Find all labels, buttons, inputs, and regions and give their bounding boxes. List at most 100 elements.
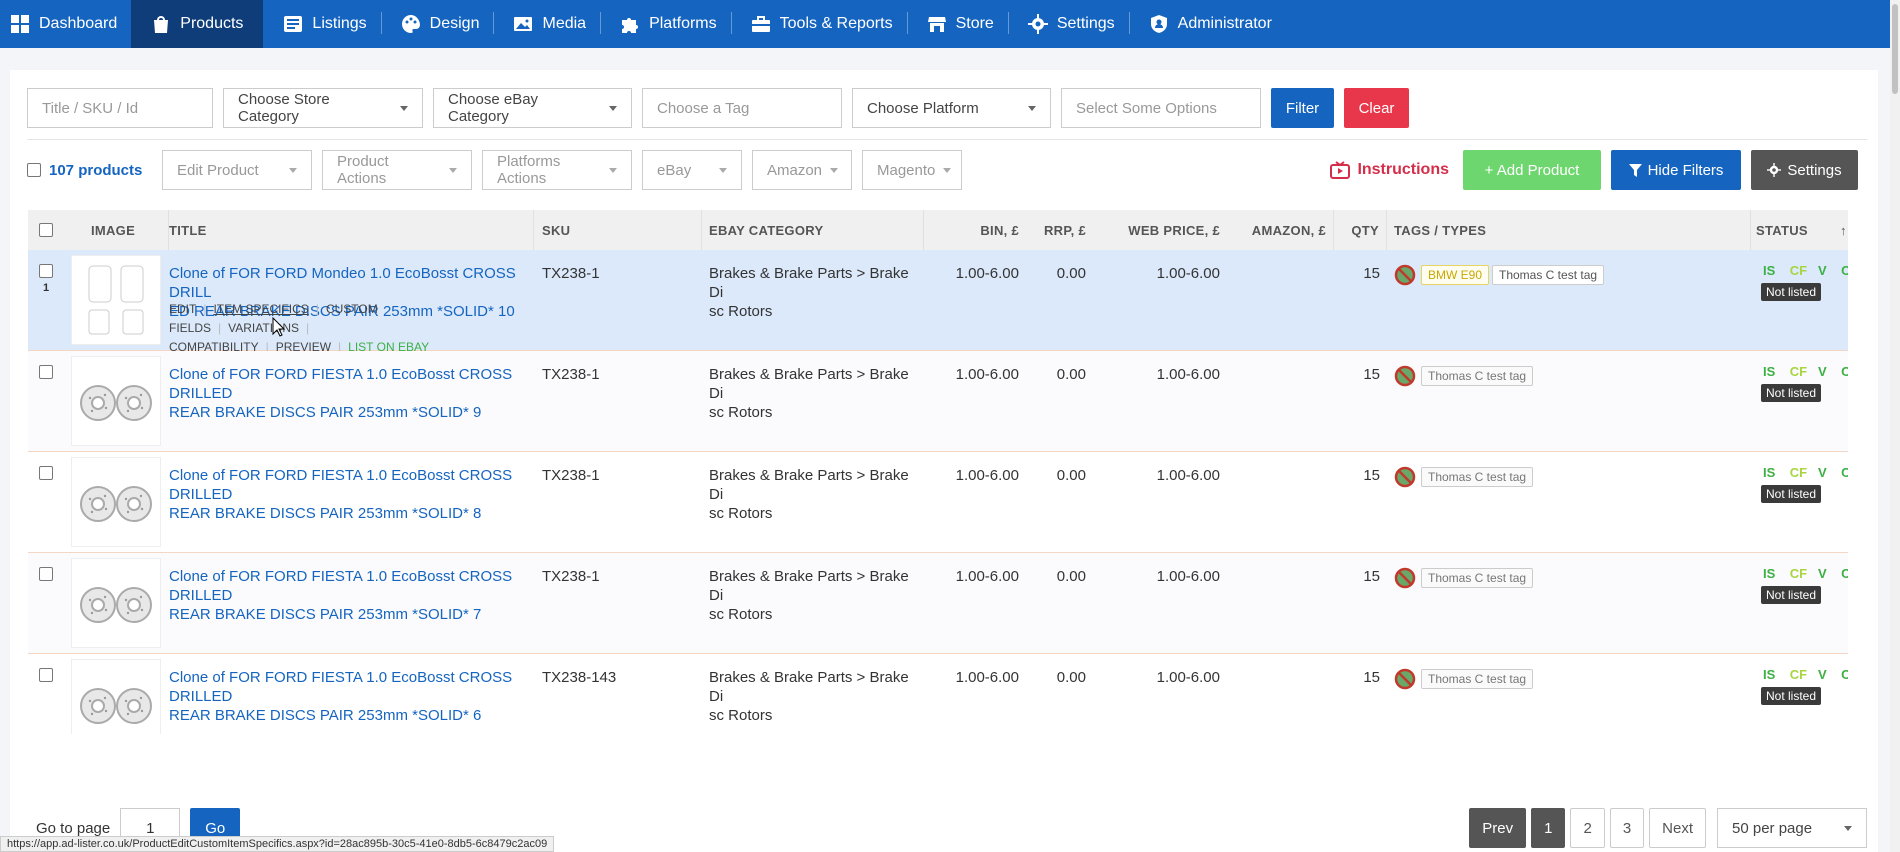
product-thumbnail[interactable] [71,659,161,734]
tag-badge[interactable]: BMW E90 [1421,265,1490,285]
flag-cf[interactable]: CF [1790,667,1807,682]
variations-link[interactable]: VARIATIONS [228,321,299,335]
nav-design-label: Design [429,15,480,32]
tag-badge[interactable]: Thomas C test tag [1421,366,1534,386]
clear-button[interactable]: Clear [1344,88,1409,128]
product-thumbnail[interactable] [71,457,161,547]
flag-c[interactable]: C [1841,667,1848,682]
hide-filters-button[interactable]: Hide Filters [1611,150,1741,190]
flag-v[interactable]: V [1818,364,1827,379]
scrollbar-thumb[interactable] [1892,4,1898,94]
page-2-button[interactable]: 2 [1570,808,1605,848]
amazon-label: Amazon [767,161,823,179]
product-sku: TX238-1 [542,568,600,585]
platforms-actions-dropdown[interactable]: Platforms Actions [482,150,632,190]
nav-design[interactable]: Design [380,0,494,48]
no-stock-icon [1394,365,1416,387]
page-scrollbar[interactable] [1890,0,1900,852]
col-status[interactable]: STATUS [1756,210,1836,250]
tag-badge[interactable]: Thomas C test tag [1421,568,1534,588]
flag-is[interactable]: IS [1763,566,1775,581]
nav-administrator[interactable]: Administrator [1128,0,1286,48]
tag-badge[interactable]: Thomas C test tag [1492,265,1605,285]
nav-tools-reports[interactable]: Tools & Reports [730,0,907,48]
flag-v[interactable]: V [1818,263,1827,278]
title-sku-input[interactable]: Title / SKU / Id [27,88,213,128]
flag-cf[interactable]: CF [1790,566,1807,581]
next-button[interactable]: Next [1649,808,1706,848]
per-page-select[interactable]: 50 per page [1717,808,1867,848]
page-3-button[interactable]: 3 [1609,808,1645,848]
row-checkbox[interactable] [39,365,53,379]
magento-dropdown[interactable]: Magento [862,150,962,190]
product-thumbnail[interactable] [71,255,161,345]
col-rrp[interactable]: RRP, £ [1026,210,1093,250]
flag-is[interactable]: IS [1763,364,1775,379]
col-ebay-category[interactable]: EBAY CATEGORY [709,210,924,250]
flag-c[interactable]: C [1841,364,1848,379]
platform-select[interactable]: Choose Platform [852,88,1051,128]
row-checkbox[interactable] [39,264,53,278]
flag-cf[interactable]: CF [1790,263,1807,278]
nav-settings[interactable]: Settings [1007,0,1129,48]
col-web-price[interactable]: WEB PRICE, £ [1093,210,1227,250]
nav-tools-label: Tools & Reports [779,15,893,32]
col-bin[interactable]: BIN, £ [924,210,1026,250]
product-web-price: 1.00-6.00 [1156,366,1220,383]
tag-badge[interactable]: Thomas C test tag [1421,467,1534,487]
product-title-link[interactable]: Clone of FOR FORD FIESTA 1.0 EcoBosst CR… [169,365,534,422]
product-thumbnail[interactable] [71,558,161,648]
ebay-category-select[interactable]: Choose eBay Category [433,88,632,128]
sort-icon[interactable]: ↑ [1840,210,1848,250]
page-1-button[interactable]: 1 [1531,808,1566,848]
flag-is[interactable]: IS [1763,667,1775,682]
product-bin: 1.00-6.00 [955,568,1019,585]
edit-product-dropdown[interactable]: Edit Product [162,150,312,190]
col-amazon[interactable]: AMAZON, £ [1227,210,1334,250]
nav-media[interactable]: Media [493,0,600,48]
header-checkbox[interactable] [39,223,53,237]
options-input[interactable]: Select Some Options [1061,88,1261,128]
ebay-dropdown[interactable]: eBay [642,150,742,190]
flag-v[interactable]: V [1818,465,1827,480]
product-title-link[interactable]: Clone of FOR FORD FIESTA 1.0 EcoBosst CR… [169,466,534,523]
select-all-checkbox[interactable] [27,163,41,177]
col-sku[interactable]: SKU [542,210,702,250]
product-actions-dropdown[interactable]: Product Actions [322,150,472,190]
nav-platforms[interactable]: Platforms [600,0,731,48]
video-icon [1330,161,1351,179]
flag-v[interactable]: V [1818,667,1827,682]
add-product-button[interactable]: + Add Product [1463,150,1601,190]
settings-button[interactable]: Settings [1751,150,1858,190]
row-checkbox[interactable] [39,668,53,682]
nav-store[interactable]: Store [906,0,1008,48]
row-checkbox[interactable] [39,466,53,480]
flag-v[interactable]: V [1818,566,1827,581]
product-title-link[interactable]: Clone of FOR FORD FIESTA 1.0 EcoBosst CR… [169,668,534,725]
flag-is[interactable]: IS [1763,465,1775,480]
flag-cf[interactable]: CF [1790,364,1807,379]
product-thumbnail[interactable] [71,356,161,446]
flag-is[interactable]: IS [1763,263,1775,278]
prev-button[interactable]: Prev [1469,808,1527,848]
row-checkbox[interactable] [39,567,53,581]
flag-c[interactable]: C [1841,566,1848,581]
nav-products[interactable]: Products [131,0,264,48]
nav-listings[interactable]: Listings [263,0,380,48]
flag-c[interactable]: C [1841,263,1848,278]
col-qty[interactable]: QTY [1334,210,1387,250]
tag-input[interactable]: Choose a Tag [642,88,842,128]
edit-link[interactable]: EDIT [169,302,196,316]
ebay-category-line1: Brakes & Brake Parts > Brake Di [709,265,909,301]
flag-c[interactable]: C [1841,465,1848,480]
item-specifics-link[interactable]: ITEM SPECIFICS [213,302,308,316]
filter-button[interactable]: Filter [1271,88,1334,128]
flag-cf[interactable]: CF [1790,465,1807,480]
instructions-link[interactable]: Instructions [1330,161,1453,179]
tag-badge[interactable]: Thomas C test tag [1421,669,1534,689]
nav-dashboard[interactable]: Dashboard [0,0,131,48]
product-title-link[interactable]: Clone of FOR FORD FIESTA 1.0 EcoBosst CR… [169,567,534,624]
amazon-dropdown[interactable]: Amazon [752,150,852,190]
store-category-select[interactable]: Choose Store Category [223,88,423,128]
col-title[interactable]: TITLE [169,210,534,250]
